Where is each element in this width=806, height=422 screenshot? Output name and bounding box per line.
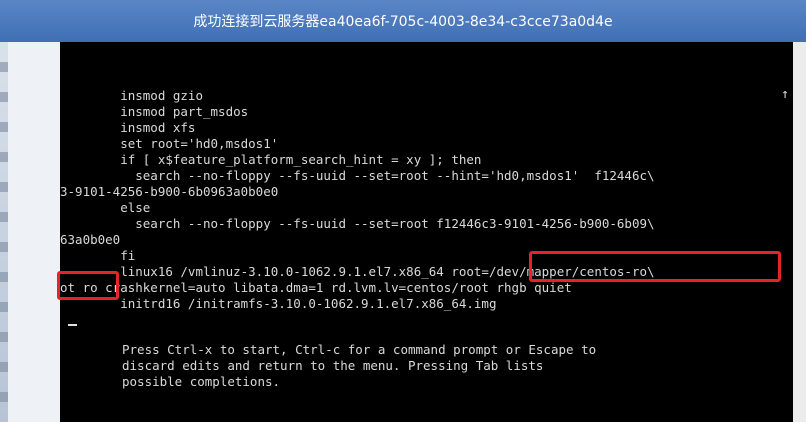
grub-line: initrd16 /initramfs-3.10.0-1062.9.1.el7.… [60, 296, 497, 311]
grub-line: 3-9101-4256-b900-6b0963a0b0e0 [60, 184, 279, 199]
grub-help-text: Press Ctrl-x to start, Ctrl-c for a comm… [122, 342, 596, 390]
window-title-bar[interactable]: 成功连接到云服务器ea40ea6f-705c-4003-8e34-c3cce73… [0, 0, 806, 42]
grub-line: search --no-floppy --fs-uuid --set=root … [60, 168, 655, 183]
text-cursor [68, 324, 77, 326]
taskbar-strip [0, 42, 8, 422]
help-line: possible completions. [122, 374, 281, 389]
highlight-root-param-start [529, 251, 781, 282]
grub-line: search --no-floppy --fs-uuid --set=root … [60, 216, 655, 231]
grub-line: insmod xfs [60, 120, 196, 135]
scroll-up-arrow-icon: ↑ [781, 87, 789, 102]
grub-line: 63a0b0e0 [60, 232, 121, 247]
grub-terminal[interactable]: insmod gzio insmod part_msdos insmod xfs… [57, 42, 793, 422]
window-title: 成功连接到云服务器ea40ea6f-705c-4003-8e34-c3cce73… [193, 14, 613, 30]
grub-line: ot ro crashkernel=auto libata.dma=1 rd.l… [60, 280, 572, 295]
grub-line: insmod gzio [60, 88, 203, 103]
grub-line: else [60, 200, 151, 215]
window-scrollbar[interactable] [793, 42, 806, 422]
help-line: discard edits and return to the menu. Pr… [122, 358, 544, 373]
highlight-root-param-end [57, 271, 119, 300]
grub-line: set root='hd0,msdos1' [60, 136, 279, 151]
grub-line: insmod part_msdos [60, 104, 249, 119]
help-line: Press Ctrl-x to start, Ctrl-c for a comm… [122, 342, 597, 357]
grub-line: if [ x$feature_platform_search_hint = xy… [60, 152, 482, 167]
